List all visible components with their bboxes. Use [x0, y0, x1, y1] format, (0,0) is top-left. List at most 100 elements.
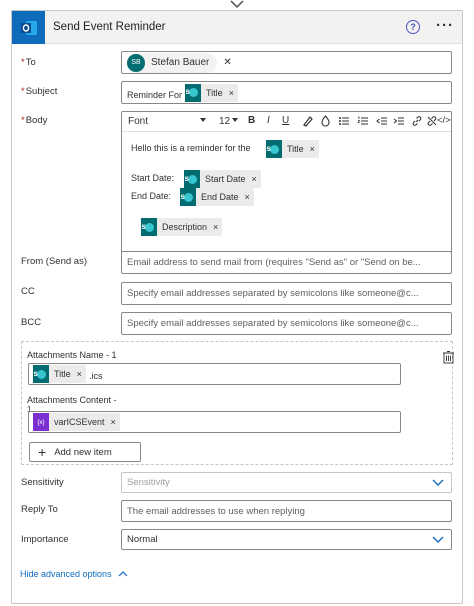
code-view-button[interactable]: </> — [437, 115, 451, 126]
subject-label: *Subject — [21, 86, 57, 97]
body-title-token[interactable]: Title × — [266, 140, 319, 158]
recipient-name: Stefan Bauer — [151, 57, 210, 68]
importance-value: Normal — [127, 534, 158, 545]
chevron-down-icon — [432, 479, 444, 486]
add-new-item-button[interactable]: + Add new item — [29, 442, 141, 462]
subject-label-text: Subject — [25, 86, 58, 97]
reply-to-placeholder: The email addresses to use when replying — [127, 505, 305, 517]
sharepoint-icon — [266, 140, 282, 158]
attachment-name-title-token[interactable]: Title × — [33, 365, 86, 383]
subject-field[interactable]: Reminder For Title × — [121, 81, 452, 104]
attachments-name-label: Attachments Name - 1 — [27, 350, 117, 360]
importance-label: Importance — [21, 534, 69, 545]
token-label: Title — [287, 144, 304, 154]
bcc-placeholder: Specify email addresses separated by sem… — [127, 318, 419, 329]
remove-recipient-icon[interactable]: ✕ — [223, 57, 231, 68]
sharepoint-icon — [184, 170, 200, 188]
underline-button[interactable]: U — [282, 115, 289, 126]
reply-to-field[interactable]: The email addresses to use when replying — [121, 500, 452, 522]
sensitivity-dropdown[interactable]: Sensitivity — [121, 472, 452, 493]
hide-advanced-label: Hide advanced options — [20, 569, 112, 579]
remove-token-icon[interactable]: × — [229, 88, 234, 98]
sharepoint-icon — [141, 218, 157, 236]
token-label: Start Date — [205, 174, 246, 184]
required-marker: * — [21, 57, 25, 68]
remove-token-icon[interactable]: × — [77, 369, 82, 379]
sharepoint-icon — [185, 83, 202, 102]
remove-token-icon[interactable]: × — [213, 222, 218, 232]
subject-title-token[interactable]: Title × — [185, 83, 238, 102]
cc-placeholder: Specify email addresses separated by sem… — [127, 288, 419, 299]
action-card: Send Event Reminder ? ··· *To SB Stefan … — [11, 10, 463, 604]
font-select[interactable]: Font — [128, 116, 148, 127]
attachments-content-label: Attachments Content - — [27, 395, 117, 405]
plus-icon: + — [38, 444, 47, 460]
token-label: End Date — [201, 192, 239, 202]
attachments-name-field[interactable]: Title × .ics — [28, 363, 401, 385]
body-end-date-token[interactable]: End Date × — [180, 188, 254, 206]
recipient-token[interactable]: SB Stefan Bauer — [127, 52, 218, 73]
link-icon[interactable] — [411, 115, 423, 127]
attachment-name-suffix: .ics — [88, 370, 103, 381]
attachment-content-variable-token[interactable]: {x} varICSEvent × — [33, 413, 120, 431]
numbered-list-icon[interactable] — [357, 115, 369, 127]
body-description-token[interactable]: Description × — [141, 218, 223, 236]
remove-token-icon[interactable]: × — [310, 144, 315, 154]
size-chevron-down-icon[interactable] — [231, 116, 239, 124]
outlook-icon — [12, 11, 45, 44]
from-field[interactable]: Email address to send mail from (require… — [121, 251, 452, 274]
sharepoint-icon — [33, 365, 49, 383]
font-size-select[interactable]: 12 — [219, 116, 230, 127]
action-title[interactable]: Send Event Reminder — [53, 21, 166, 33]
cc-field[interactable]: Specify email addresses separated by sem… — [121, 282, 452, 305]
font-color-icon[interactable] — [320, 115, 331, 127]
remove-token-icon[interactable]: × — [245, 192, 250, 202]
chevron-up-icon — [118, 571, 128, 577]
sharepoint-icon — [180, 188, 196, 206]
required-marker: * — [21, 115, 25, 126]
highlight-pen-icon[interactable] — [302, 115, 313, 127]
reply-to-label: Reply To — [21, 504, 58, 515]
remove-token-icon[interactable]: × — [252, 174, 257, 184]
token-label: varICSEvent — [54, 417, 105, 427]
bulleted-list-icon[interactable] — [338, 115, 350, 127]
hide-advanced-options-link[interactable]: Hide advanced options — [20, 569, 128, 579]
attachments-content-field[interactable]: {x} varICSEvent × — [28, 411, 401, 433]
editor-toolbar: Font 12 B I U </> — [122, 112, 451, 132]
avatar: SB — [127, 53, 145, 72]
increase-indent-icon[interactable] — [393, 115, 405, 127]
body-line-3-text: End Date: — [131, 191, 172, 201]
to-label-text: To — [25, 57, 36, 68]
bold-button[interactable]: B — [248, 115, 255, 126]
sensitivity-placeholder: Sensitivity — [127, 477, 170, 488]
from-label: From (Send as) — [21, 256, 87, 267]
token-label: Description — [162, 222, 208, 232]
to-label: *To — [21, 57, 36, 68]
remove-token-icon[interactable]: × — [111, 417, 116, 427]
delete-item-icon[interactable] — [443, 351, 454, 364]
subject-text: Reminder For — [127, 89, 183, 100]
bcc-field[interactable]: Specify email addresses separated by sem… — [121, 312, 452, 335]
more-options-icon[interactable]: ··· — [436, 17, 454, 34]
token-label: Title — [206, 87, 223, 98]
attachments-group: Attachments Name - 1 Title × .ics Attach… — [21, 341, 454, 465]
chevron-down-icon — [432, 536, 444, 543]
decrease-indent-icon[interactable] — [376, 115, 388, 127]
help-icon[interactable]: ? — [406, 20, 420, 34]
connector-arrow-icon — [230, 0, 244, 9]
body-label-text: Body — [25, 115, 48, 126]
token-label: Title — [54, 369, 71, 379]
importance-dropdown[interactable]: Normal — [121, 529, 452, 550]
from-placeholder: Email address to send mail from (require… — [127, 257, 421, 268]
required-marker: * — [21, 86, 25, 97]
to-field[interactable]: SB Stefan Bauer ✕ — [121, 51, 452, 74]
action-header[interactable]: Send Event Reminder ? ··· — [12, 11, 462, 44]
italic-button[interactable]: I — [267, 115, 270, 126]
body-line-1-text: Hello this is a reminder for the — [131, 143, 251, 153]
add-new-item-label: Add new item — [54, 446, 112, 458]
font-chevron-down-icon[interactable] — [199, 116, 207, 124]
body-editor[interactable]: Font 12 B I U </> Hello this is a remind… — [121, 111, 452, 257]
body-line-2-text: Start Date: — [131, 173, 175, 183]
cc-label: CC — [21, 286, 35, 297]
body-start-date-token[interactable]: Start Date × — [184, 170, 261, 188]
